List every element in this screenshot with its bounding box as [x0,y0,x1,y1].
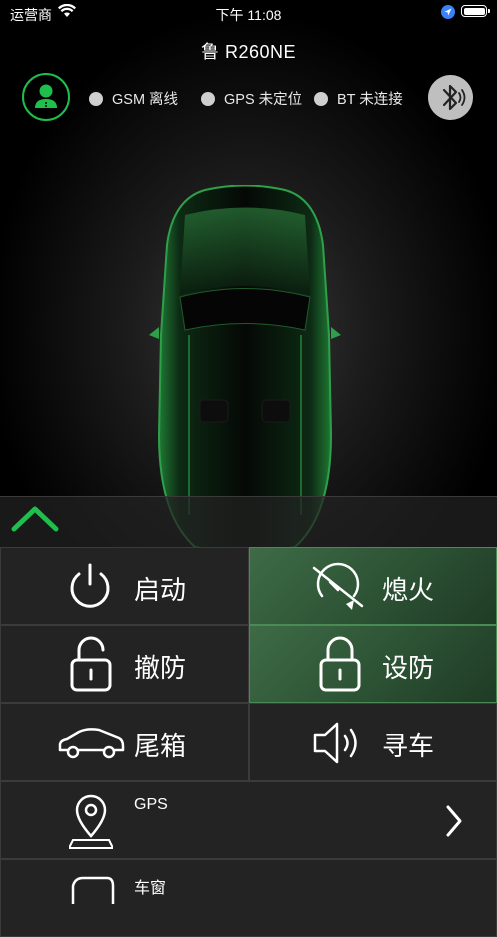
gps-list-item[interactable]: GPS [0,781,497,859]
gsm-status-label: GSM 离线 [112,92,179,108]
disarm-button[interactable]: 撤防 [0,625,249,703]
stop-engine-label: 熄火 [382,575,435,605]
window-label: 车窗 [134,880,167,897]
location-arrow-icon [441,5,455,19]
gps-status-dot [201,91,215,106]
status-bar: 运营商 下午 11:08 [0,0,497,26]
lock-icon [319,636,361,692]
car-trunk-icon [58,728,125,759]
control-row-security: 撤防 设防 [0,625,497,703]
trunk-button[interactable]: 尾箱 [0,703,249,781]
gsm-status: GSM 离线 [89,88,178,109]
arm-button[interactable]: 设防 [249,625,497,703]
control-row-trunk: 尾箱 寻车 [0,703,497,781]
status-time: 下午 11:08 [215,7,282,23]
find-car-button[interactable]: 寻车 [249,703,497,781]
control-row-ignition: 启动 熄火 [0,547,497,625]
window-row: 车窗 [0,859,497,937]
bt-status: BT 未连接 [314,88,403,109]
speaker-icon [313,722,357,764]
gps-status-label: GPS 未定位 [224,92,303,108]
control-panel-header [0,496,497,547]
expand-panel-chevron-icon[interactable] [10,503,60,535]
map-pin-icon [69,794,113,849]
bluetooth-icon [442,84,466,111]
gps-label: GPS [134,796,168,813]
disarm-label: 撤防 [134,653,187,683]
unlock-icon [70,636,112,692]
power-icon [70,563,110,608]
stop-engine-button[interactable]: 熄火 [249,547,497,625]
arm-label: 设防 [382,653,435,683]
chevron-right-icon [446,805,462,837]
start-engine-button[interactable]: 启动 [0,547,249,625]
trunk-label: 尾箱 [134,731,187,761]
bt-status-label: BT 未连接 [337,92,403,108]
gps-row: GPS [0,781,497,859]
window-list-item[interactable]: 车窗 [0,859,497,937]
bt-status-dot [314,91,328,106]
page-title: 鲁 R260NE [200,42,297,62]
car-window-icon [71,876,115,904]
gsm-status-dot [89,91,103,106]
user-icon [35,84,57,108]
battery-icon [461,5,490,17]
user-avatar-button[interactable] [22,73,70,121]
find-car-label: 寻车 [382,731,435,761]
gps-status: GPS 未定位 [201,88,302,109]
bluetooth-button[interactable] [428,75,473,120]
start-engine-label: 启动 [134,575,187,605]
engine-off-icon [312,562,364,610]
